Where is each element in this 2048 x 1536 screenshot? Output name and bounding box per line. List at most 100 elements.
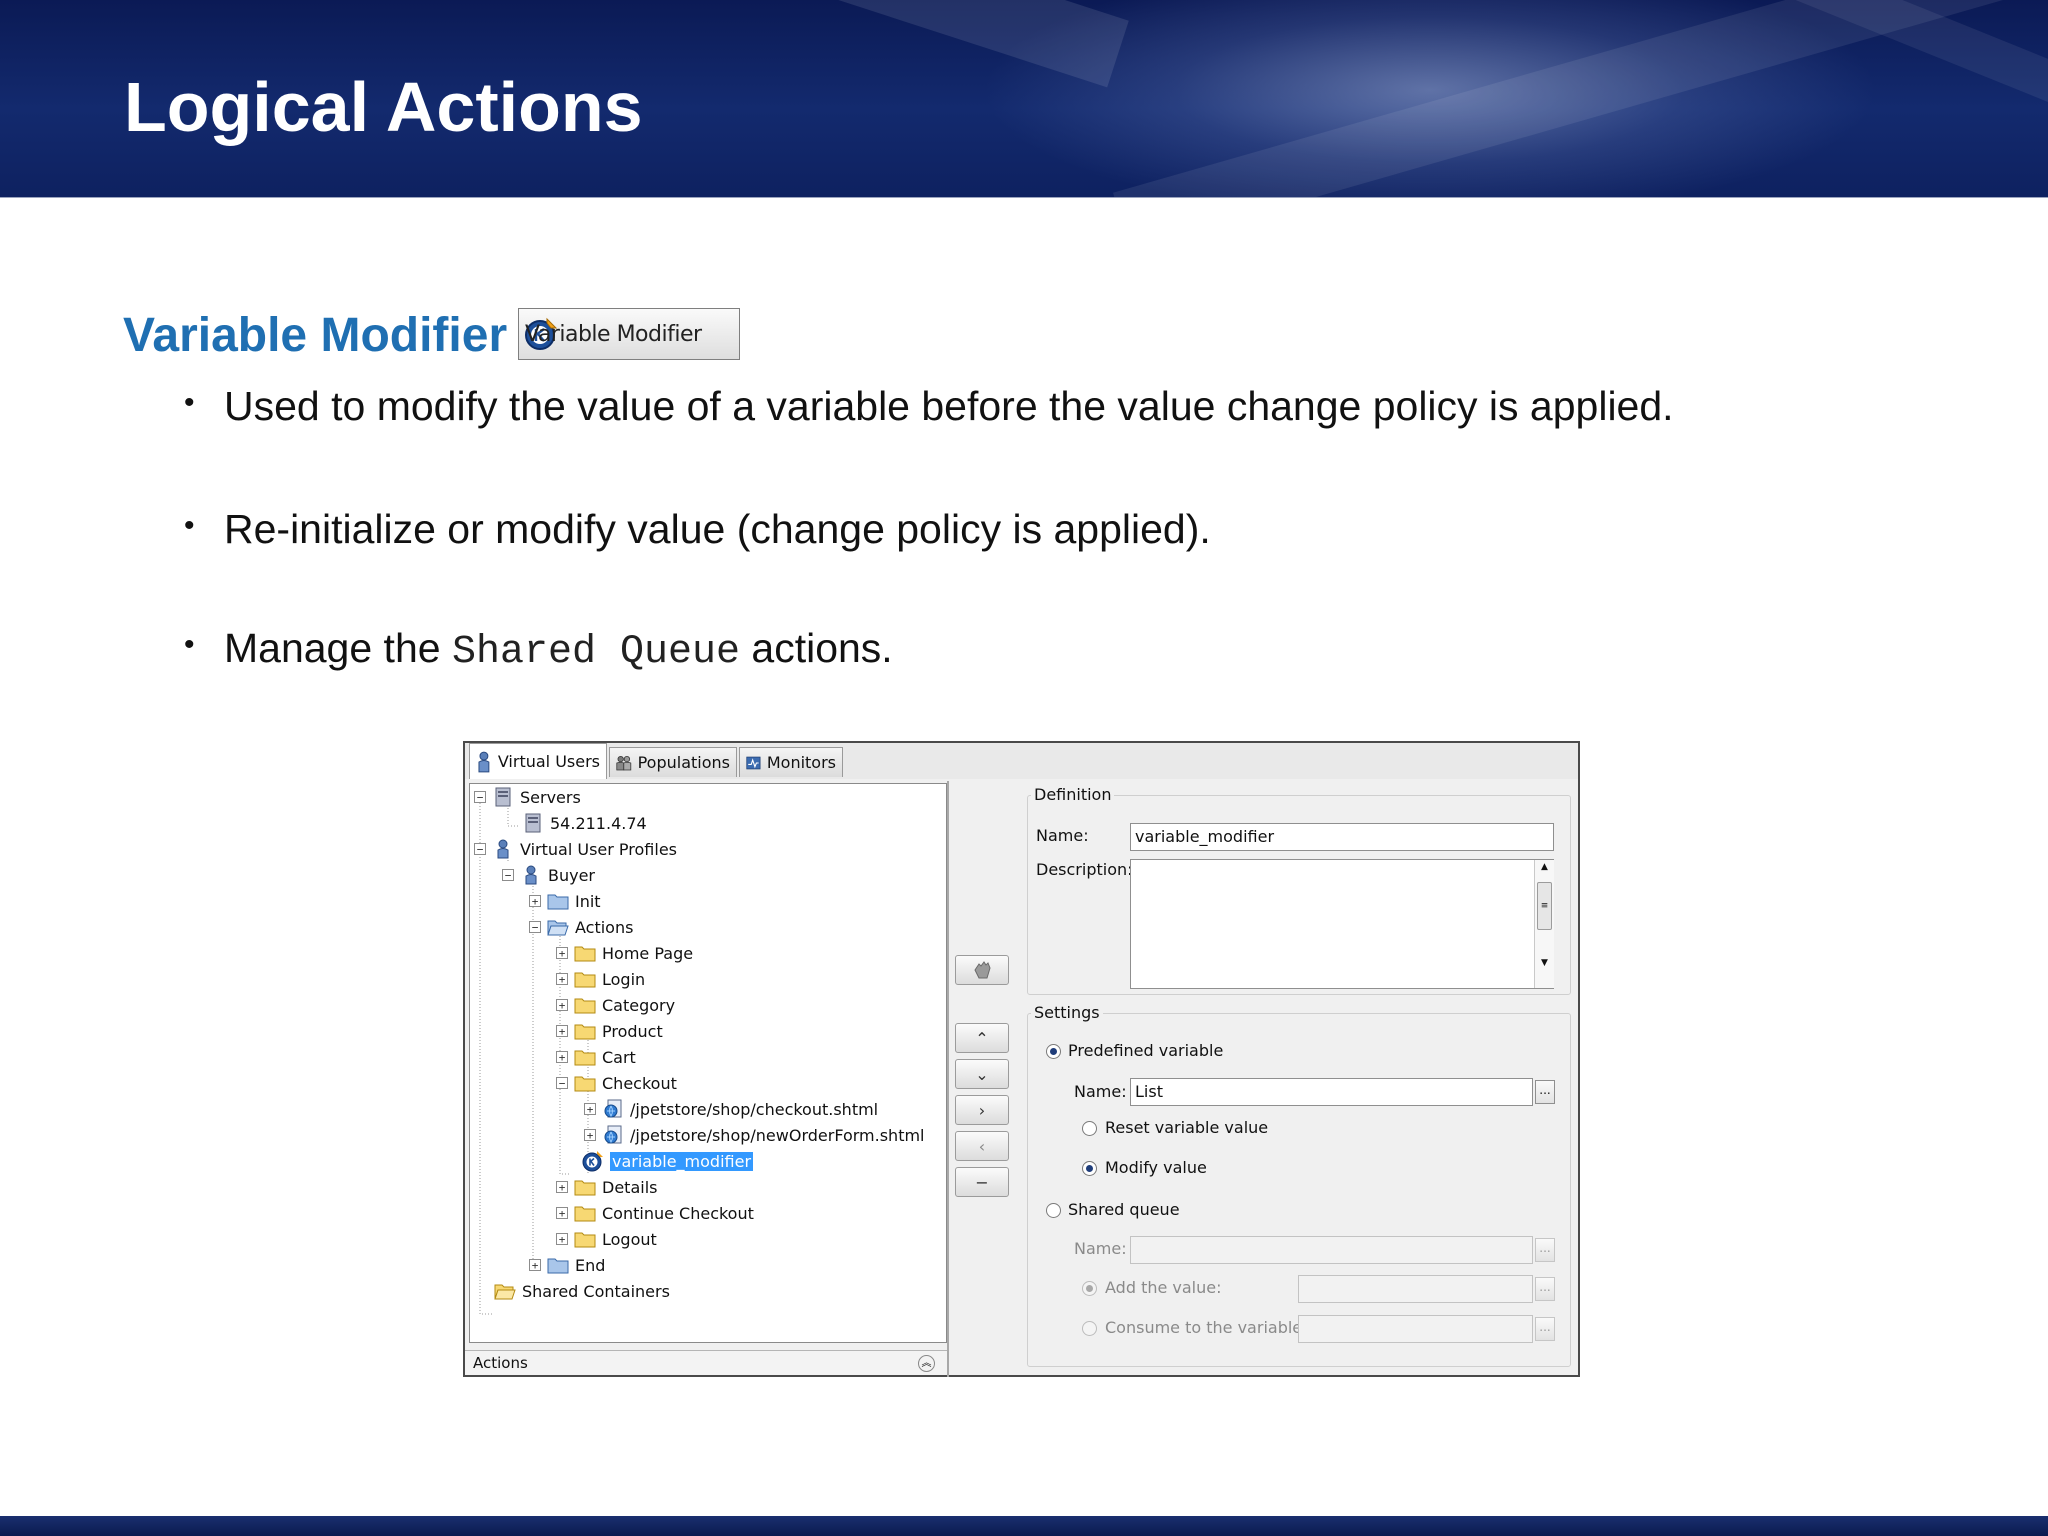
expand-toggle[interactable]: + bbox=[556, 1051, 568, 1063]
status-label: Actions bbox=[473, 1354, 528, 1372]
browse-variable-button[interactable]: ... bbox=[1535, 1080, 1555, 1104]
folder-icon bbox=[574, 946, 596, 962]
tree-node-checkout-page[interactable]: + /jpetstore/shop/checkout.shtml bbox=[584, 1098, 878, 1120]
description-textarea[interactable] bbox=[1130, 859, 1554, 989]
tree-node-continue-checkout[interactable]: + Continue Checkout bbox=[556, 1202, 754, 1224]
expand-toggle[interactable]: + bbox=[584, 1129, 596, 1141]
tree-node-label: End bbox=[575, 1255, 606, 1275]
expand-toggle[interactable]: + bbox=[556, 1233, 568, 1245]
shared-queue-radio[interactable] bbox=[1046, 1203, 1061, 1218]
tree-node-category[interactable]: + Category bbox=[556, 994, 675, 1016]
user-icon bbox=[525, 865, 537, 885]
expand-toggle[interactable]: + bbox=[556, 947, 568, 959]
description-scrollbar[interactable]: ▲ ≡ ▼ bbox=[1534, 860, 1554, 988]
section-heading: Variable Modifier bbox=[123, 309, 508, 362]
add-value-input[interactable] bbox=[1298, 1275, 1533, 1303]
tree-node-label: Virtual User Profiles bbox=[520, 839, 678, 859]
tab-populations[interactable]: Populations bbox=[609, 747, 737, 777]
shared-queue-label: Shared queue bbox=[1068, 1200, 1180, 1219]
tree-node-cart[interactable]: + Cart bbox=[556, 1046, 636, 1068]
consume-value-radio[interactable] bbox=[1082, 1321, 1097, 1336]
definition-name-input[interactable]: variable_modifier bbox=[1130, 823, 1554, 851]
scroll-up-icon[interactable]: ▲ bbox=[1535, 862, 1554, 872]
tree-node-login[interactable]: + Login bbox=[556, 968, 645, 990]
collapse-panel-icon[interactable]: ︽ bbox=[918, 1355, 935, 1372]
tree-node-init[interactable]: + Init bbox=[529, 890, 601, 912]
modify-value-radio[interactable] bbox=[1082, 1161, 1097, 1176]
reset-variable-radio[interactable] bbox=[1082, 1121, 1097, 1136]
tree-node-label: Logout bbox=[602, 1229, 657, 1249]
bullet-dot: • bbox=[184, 386, 195, 419]
queue-name-label: Name: bbox=[1074, 1239, 1127, 1258]
collapse-toggle[interactable]: − bbox=[474, 843, 486, 855]
web-page-icon bbox=[604, 1125, 622, 1144]
reset-variable-label: Reset variable value bbox=[1105, 1118, 1269, 1137]
expand-toggle[interactable]: + bbox=[529, 895, 541, 907]
move-right-button[interactable]: › bbox=[955, 1095, 1009, 1125]
tree-node-label: Product bbox=[602, 1021, 663, 1041]
tree-node-variable-modifier[interactable]: variable_modifier bbox=[582, 1150, 754, 1172]
tree-node-label: Actions bbox=[575, 917, 634, 937]
expand-toggle[interactable]: + bbox=[556, 1025, 568, 1037]
variable-name-input[interactable]: List bbox=[1130, 1078, 1533, 1106]
tree-node-end[interactable]: + End bbox=[529, 1254, 605, 1276]
folder-open-icon bbox=[494, 1284, 516, 1300]
tree-node-shared-containers[interactable]: Shared Containers bbox=[494, 1280, 670, 1302]
browse-queue-button[interactable]: ... bbox=[1535, 1238, 1555, 1262]
variable-modifier-button[interactable]: Variable Modifier bbox=[518, 308, 740, 360]
move-left-button[interactable]: ‹ bbox=[955, 1131, 1009, 1161]
scroll-down-icon[interactable]: ▼ bbox=[1535, 958, 1554, 968]
user-icon bbox=[497, 839, 509, 859]
queue-name-input[interactable] bbox=[1130, 1236, 1533, 1264]
move-up-button[interactable]: ⌃ bbox=[955, 1023, 1009, 1053]
browse-consume-button[interactable]: ... bbox=[1535, 1317, 1555, 1341]
description-label: Description: bbox=[1036, 860, 1133, 879]
tab-virtual-users[interactable]: Virtual Users bbox=[469, 743, 607, 779]
predefined-variable-radio[interactable] bbox=[1046, 1044, 1061, 1059]
settings-group-label: Settings bbox=[1031, 1003, 1103, 1022]
scroll-thumb[interactable]: ≡ bbox=[1537, 882, 1552, 930]
expand-toggle[interactable]: + bbox=[529, 1259, 541, 1271]
collapse-toggle[interactable]: − bbox=[502, 869, 514, 881]
tree-node-label: Home Page bbox=[602, 943, 694, 963]
action-icon-button[interactable] bbox=[955, 955, 1009, 985]
tree-node-details[interactable]: + Details bbox=[556, 1176, 657, 1198]
add-value-label: Add the value: bbox=[1105, 1278, 1222, 1297]
tree-node-logout[interactable]: + Logout bbox=[556, 1228, 657, 1250]
tree-node-servers[interactable]: − Servers bbox=[474, 786, 581, 808]
collapse-toggle[interactable]: − bbox=[556, 1077, 568, 1089]
tree-node-server-ip[interactable]: 54.211.4.74 bbox=[522, 812, 647, 834]
tree-node-checkout[interactable]: − Checkout bbox=[556, 1072, 677, 1094]
web-page-icon bbox=[604, 1099, 622, 1118]
collapse-toggle[interactable]: − bbox=[474, 791, 486, 803]
predefined-variable-label: Predefined variable bbox=[1068, 1041, 1224, 1060]
tab-label: Populations bbox=[637, 753, 730, 772]
tree-node-virtual-user-profiles[interactable]: − Virtual User Profiles bbox=[474, 838, 677, 860]
add-value-radio[interactable] bbox=[1082, 1281, 1097, 1296]
tab-label: Monitors bbox=[766, 753, 836, 772]
monitor-icon bbox=[746, 756, 761, 769]
panel-divider[interactable] bbox=[947, 781, 949, 1377]
tree-node-product[interactable]: + Product bbox=[556, 1020, 663, 1042]
tab-monitors[interactable]: Monitors bbox=[739, 747, 843, 777]
consume-value-input[interactable] bbox=[1298, 1315, 1533, 1343]
bullet-text: Re-initialize or modify value (change po… bbox=[224, 506, 1211, 552]
folder-icon bbox=[574, 998, 596, 1014]
folder-icon bbox=[574, 1076, 596, 1092]
move-down-button[interactable]: ⌄ bbox=[955, 1059, 1009, 1089]
remove-button[interactable]: − bbox=[955, 1167, 1009, 1197]
tree-node-home-page[interactable]: + Home Page bbox=[556, 942, 693, 964]
tree-node-buyer[interactable]: − Buyer bbox=[502, 864, 595, 886]
browse-add-value-button[interactable]: ... bbox=[1535, 1277, 1555, 1301]
folder-blue-icon bbox=[547, 894, 569, 910]
chevron-up-icon: ⌃ bbox=[975, 1028, 989, 1048]
tree-node-new-order-page[interactable]: + /jpetstore/shop/newOrderForm.shtml bbox=[584, 1124, 925, 1146]
collapse-toggle[interactable]: − bbox=[529, 921, 541, 933]
expand-toggle[interactable]: + bbox=[556, 1181, 568, 1193]
expand-toggle[interactable]: + bbox=[556, 1207, 568, 1219]
expand-toggle[interactable]: + bbox=[556, 999, 568, 1011]
tree-node-actions[interactable]: − Actions bbox=[529, 916, 633, 938]
folder-icon bbox=[574, 972, 596, 988]
expand-toggle[interactable]: + bbox=[556, 973, 568, 985]
expand-toggle[interactable]: + bbox=[584, 1103, 596, 1115]
